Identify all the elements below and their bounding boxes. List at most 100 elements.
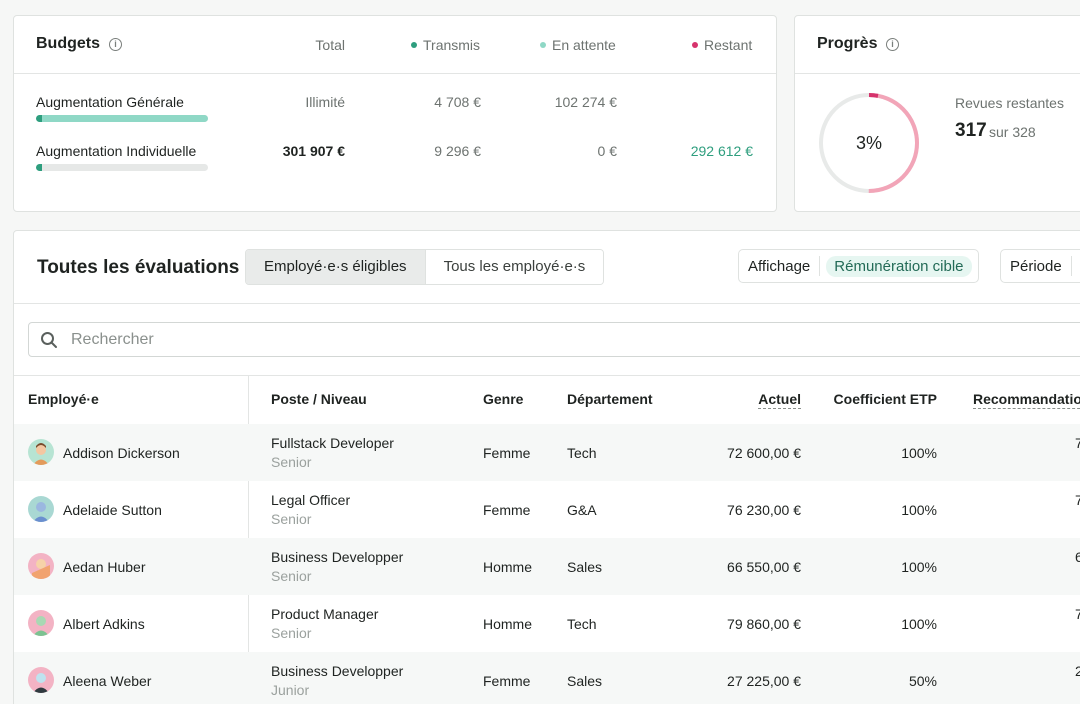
avatar — [28, 439, 54, 465]
budget-total: 301 907 € — [282, 143, 345, 159]
progress-percent: 3% — [855, 133, 882, 153]
employee-role: Business Developper — [271, 549, 404, 565]
budgets-title: Budgets — [36, 35, 100, 52]
employee-level: Senior — [271, 454, 312, 470]
display-value[interactable]: Rémunération cible — [826, 255, 972, 277]
remaining-total: sur 328 — [989, 124, 1036, 140]
search-icon — [41, 332, 57, 348]
employee-current-salary: 76 230,00 € — [727, 502, 801, 518]
budget-label: Augmentation Individuelle — [36, 143, 197, 159]
budget-progress-transmis — [36, 164, 42, 171]
header-gender[interactable]: Genre — [483, 391, 523, 407]
header-recommendation[interactable]: Recommandation — [973, 391, 1080, 409]
employee-gender: Femme — [483, 502, 531, 518]
employee-current-salary: 79 860,00 € — [727, 616, 801, 632]
employee-name[interactable]: Albert Adkins — [63, 616, 145, 632]
employee-recommendation: 2 — [1075, 663, 1080, 679]
tab-eligible-employees[interactable]: Employé·e·s éligibles — [246, 250, 425, 284]
period-label: Période — [1010, 257, 1062, 275]
table-row[interactable]: Adelaide Sutton Legal Officer Senior Fem… — [14, 481, 1080, 538]
display-label: Affichage — [748, 257, 811, 275]
employee-gender: Femme — [483, 673, 531, 689]
avatar — [28, 496, 54, 522]
budget-label: Augmentation Générale — [36, 94, 184, 110]
employee-department: Tech — [567, 445, 597, 461]
table-row[interactable]: Addison Dickerson Fullstack Developer Se… — [14, 424, 1080, 481]
employee-level: Senior — [271, 568, 312, 584]
employee-fte: 100% — [901, 502, 937, 518]
divider — [14, 303, 1080, 304]
progress-ring: 3% — [817, 91, 921, 195]
employee-fte: 50% — [908, 673, 937, 689]
transmis-dot-icon — [411, 42, 417, 48]
header-current[interactable]: Actuel — [758, 391, 801, 409]
avatar — [28, 610, 54, 636]
budgets-header: Budgets i Total Transmis En attente Rest… — [14, 16, 776, 74]
restant-dot-icon — [692, 42, 698, 48]
employee-department: Sales — [567, 559, 603, 575]
employee-role: Business Developper — [271, 663, 404, 679]
header-employee[interactable]: Employé·e — [28, 391, 99, 407]
column-en-attente: En attente — [540, 37, 616, 53]
header-position[interactable]: Poste / Niveau — [271, 391, 367, 407]
progress-title: Progrès — [817, 35, 878, 52]
divider — [14, 375, 1080, 376]
employee-department: G&A — [567, 502, 597, 518]
employee-role: Product Manager — [271, 606, 379, 622]
header-fte[interactable]: Coefficient ETP — [834, 391, 937, 407]
budget-en-attente: 0 € — [597, 143, 617, 159]
avatar — [28, 553, 54, 579]
employee-recommendation: 7 — [1075, 492, 1080, 508]
budget-progress-fill — [36, 115, 208, 122]
employee-gender: Homme — [483, 616, 533, 632]
employee-level: Senior — [271, 625, 312, 641]
budget-restant: 292 612 € — [690, 143, 753, 159]
employee-gender: Homme — [483, 559, 533, 575]
remaining-label: Revues restantes — [955, 95, 1064, 111]
budget-total: Illimité — [305, 94, 345, 110]
table-row[interactable]: Albert Adkins Product Manager Senior Hom… — [14, 595, 1080, 652]
evaluations-title: Toutes les évaluations — [37, 257, 240, 278]
employee-name[interactable]: Aedan Huber — [63, 559, 146, 575]
budget-progress-transmis — [36, 115, 42, 122]
employee-gender: Femme — [483, 445, 531, 461]
employee-level: Senior — [271, 511, 312, 527]
employee-role: Fullstack Developer — [271, 435, 394, 451]
remaining-count: 317 — [955, 120, 987, 141]
en-attente-dot-icon — [540, 42, 546, 48]
progress-header: Progrès i — [795, 16, 1080, 74]
column-total: Total — [315, 37, 345, 53]
employee-name[interactable]: Aleena Weber — [63, 673, 151, 689]
info-icon[interactable]: i — [109, 38, 122, 51]
tab-all-employees[interactable]: Tous les employé·e·s — [424, 250, 604, 284]
table-row[interactable]: Aedan Huber Business Developper Senior H… — [14, 538, 1080, 595]
employee-department: Tech — [567, 616, 597, 632]
budgets-card: Budgets i Total Transmis En attente Rest… — [13, 15, 777, 212]
display-selector[interactable]: Affichage Rémunération cible — [738, 249, 979, 283]
employee-name[interactable]: Addison Dickerson — [63, 445, 180, 461]
budget-transmis: 4 708 € — [434, 94, 481, 110]
employee-fte: 100% — [901, 616, 937, 632]
avatar — [28, 667, 54, 693]
header-department[interactable]: Département — [567, 391, 653, 407]
column-restant: Restant — [692, 37, 752, 53]
employee-department: Sales — [567, 673, 603, 689]
budget-progress-bar — [36, 164, 208, 171]
budget-en-attente: 102 274 € — [554, 94, 617, 110]
eligibility-tabs: Employé·e·s éligibles Tous les employé·e… — [245, 249, 605, 285]
employee-recommendation: 6 — [1075, 549, 1080, 565]
progress-card: Progrès i 3% Revues restantes 317 sur 32… — [794, 15, 1080, 212]
search-box[interactable]: Rechercher — [28, 322, 1080, 357]
employee-recommendation: 7 — [1075, 606, 1080, 622]
search-input[interactable]: Rechercher — [71, 331, 154, 349]
employee-role: Legal Officer — [271, 492, 351, 508]
budget-progress-bar — [36, 115, 208, 122]
budget-transmis: 9 296 € — [434, 143, 481, 159]
employee-level: Junior — [271, 682, 310, 698]
employee-fte: 100% — [901, 559, 937, 575]
table-row[interactable]: Aleena Weber Business Developper Junior … — [14, 652, 1080, 704]
column-transmis: Transmis — [411, 37, 480, 53]
period-selector[interactable]: Période — [1000, 249, 1080, 283]
employee-name[interactable]: Adelaide Sutton — [63, 502, 162, 518]
info-icon[interactable]: i — [886, 38, 899, 51]
